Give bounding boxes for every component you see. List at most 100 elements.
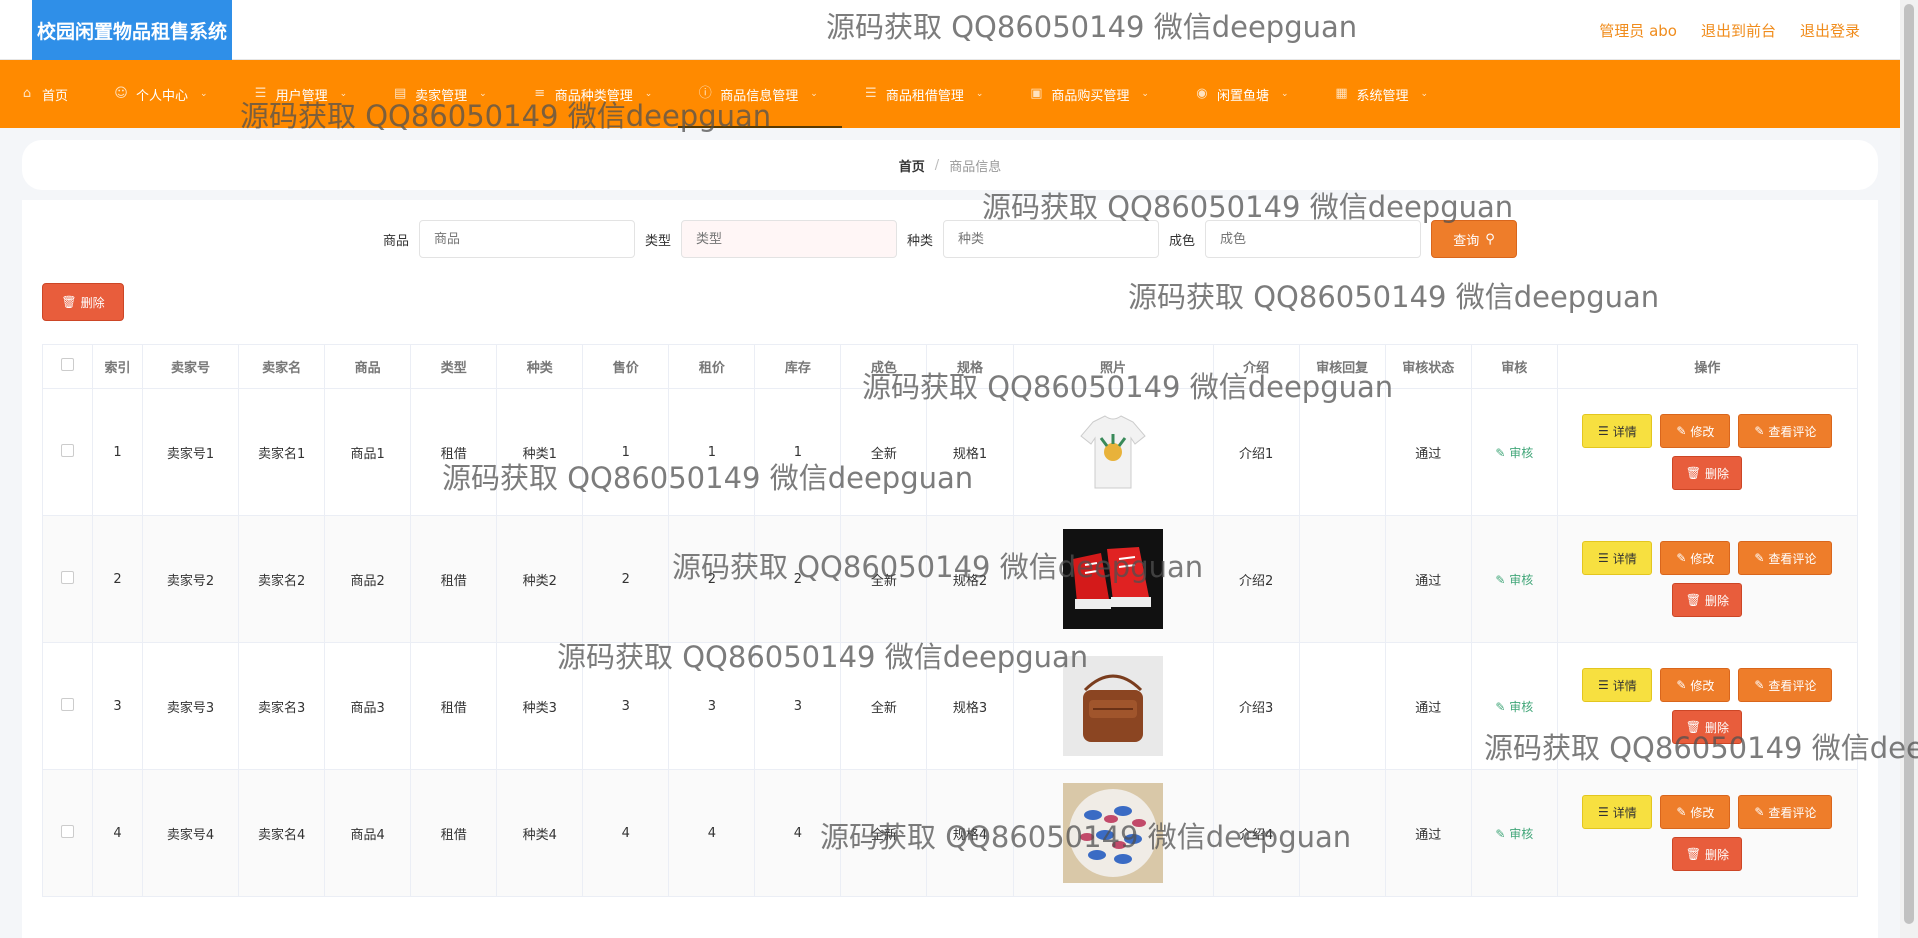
logout-link[interactable]: 退出登录 bbox=[1800, 20, 1860, 41]
cell-price: 2 bbox=[582, 515, 670, 643]
cell-spec: 规格2 bbox=[926, 515, 1014, 643]
cell-rent: 1 bbox=[668, 388, 756, 516]
view-comments-button[interactable]: ✎ 查看评论 bbox=[1738, 795, 1833, 829]
pin-icon: ◉ bbox=[1196, 86, 1208, 101]
detail-button[interactable]: ☰ 详情 bbox=[1582, 668, 1653, 702]
cell-category: 种类3 bbox=[496, 642, 584, 770]
nav-item[interactable]: ≡ 商品种类管理 ⌄ bbox=[533, 60, 677, 128]
goods-photo-image bbox=[1063, 783, 1164, 883]
detail-button[interactable]: ☰ 详情 bbox=[1582, 795, 1653, 829]
edit-button[interactable]: ✎ 修改 bbox=[1660, 668, 1731, 702]
cell-type: 租借 bbox=[410, 769, 498, 897]
row-checkbox-cell[interactable] bbox=[41, 515, 94, 643]
edit-button[interactable]: ✎ 修改 bbox=[1660, 414, 1731, 448]
audit-label: 审核 bbox=[1509, 699, 1534, 714]
goods-input[interactable] bbox=[418, 220, 635, 258]
delete-button-label: 删除 bbox=[1705, 466, 1730, 481]
checkbox[interactable] bbox=[61, 358, 74, 371]
select-all-checkbox[interactable] bbox=[41, 344, 94, 389]
actions-cell: ☰ 详情 ✎ 修改 ✎ 查看评论 🗑 删除 bbox=[1556, 642, 1859, 770]
checkbox[interactable] bbox=[61, 697, 74, 711]
column-header: 介绍 bbox=[1212, 344, 1300, 389]
view-comments-button[interactable]: ✎ 查看评论 bbox=[1738, 414, 1833, 448]
cell-type: 租借 bbox=[410, 642, 498, 770]
nav-item[interactable]: ▦ 系统管理 ⌄ bbox=[1335, 60, 1453, 128]
breadcrumb: 首页 / 商品信息 bbox=[22, 140, 1878, 190]
category-input[interactable] bbox=[943, 220, 1160, 258]
table-row: 4 卖家号4 卖家名4 商品4 租借 种类4 4 4 4 全新 规格4 介绍4 通过 ✎ 审核 ☰ 详情 ✎ 修改… bbox=[41, 769, 1859, 897]
nav-item[interactable]: ▤ 卖家管理 ⌄ bbox=[393, 60, 511, 128]
nav-item[interactable]: ☺ 个人中心 ⌄ bbox=[114, 60, 232, 128]
nav-item[interactable]: ☰ 商品租借管理 ⌄ bbox=[864, 60, 1008, 128]
cell-status: 通过 bbox=[1384, 388, 1472, 516]
chart-icon: ≡ bbox=[534, 86, 546, 101]
goods-label: 商品 bbox=[382, 233, 409, 249]
admin-user-link[interactable]: 管理员 abo bbox=[1599, 20, 1677, 41]
cell-index: 1 bbox=[92, 388, 144, 516]
batch-delete-button[interactable]: 🗑 删除 bbox=[42, 283, 124, 321]
nav-item[interactable]: ⌂ 首页 bbox=[20, 60, 92, 128]
list-icon: ☰ bbox=[1598, 424, 1609, 438]
nav-item[interactable]: ☰ 用户管理 ⌄ bbox=[254, 60, 372, 128]
row-checkbox-cell[interactable] bbox=[41, 388, 94, 516]
chevron-down-icon: ⌄ bbox=[200, 89, 208, 99]
cell-intro: 介绍4 bbox=[1212, 769, 1300, 897]
cell-goods: 商品2 bbox=[324, 515, 412, 643]
nav-item[interactable]: ◉ 闲置鱼塘 ⌄ bbox=[1195, 60, 1313, 128]
condition-label: 成色 bbox=[1169, 233, 1196, 249]
column-header: 操作 bbox=[1556, 344, 1859, 389]
delete-button[interactable]: 🗑 删除 bbox=[1672, 456, 1743, 490]
type-input[interactable] bbox=[681, 220, 897, 258]
audit-link[interactable]: ✎ 审核 bbox=[1495, 573, 1533, 587]
view-comments-button[interactable]: ✎ 查看评论 bbox=[1738, 668, 1833, 702]
exit-to-front-link[interactable]: 退出到前台 bbox=[1701, 20, 1776, 41]
cell-index: 2 bbox=[92, 515, 144, 643]
search-form: 商品 类型 种类 成色 查询 ⚲ bbox=[22, 220, 1878, 258]
audit-link[interactable]: ✎ 审核 bbox=[1495, 446, 1533, 460]
delete-button[interactable]: 🗑 删除 bbox=[1672, 837, 1743, 871]
view-comments-button[interactable]: ✎ 查看评论 bbox=[1738, 541, 1833, 575]
cell-status: 通过 bbox=[1384, 642, 1472, 770]
detail-button-label: 详情 bbox=[1612, 551, 1637, 566]
query-button[interactable]: 查询 ⚲ bbox=[1431, 220, 1518, 258]
row-checkbox-cell[interactable] bbox=[41, 769, 94, 897]
delete-button[interactable]: 🗑 删除 bbox=[1672, 583, 1743, 617]
category-label: 种类 bbox=[907, 233, 934, 249]
cell-rent: 2 bbox=[668, 515, 756, 643]
goods-photo-image bbox=[1063, 656, 1164, 756]
trash-icon: 🗑 bbox=[1685, 466, 1701, 480]
scrollbar-thumb[interactable] bbox=[1904, 4, 1914, 924]
checkbox[interactable] bbox=[61, 570, 74, 584]
checkbox[interactable] bbox=[61, 824, 74, 838]
checkbox[interactable] bbox=[61, 443, 74, 457]
vertical-scrollbar[interactable] bbox=[1900, 0, 1918, 938]
detail-button[interactable]: ☰ 详情 bbox=[1582, 414, 1653, 448]
chevron-down-icon: ⌄ bbox=[1141, 89, 1149, 99]
condition-input[interactable] bbox=[1205, 220, 1422, 258]
cell-price: 3 bbox=[582, 642, 670, 770]
audit-link[interactable]: ✎ 审核 bbox=[1495, 827, 1533, 841]
trash-icon: 🗑 bbox=[1685, 593, 1701, 607]
column-header: 类型 bbox=[410, 344, 498, 389]
nav-item[interactable]: ⓘ 商品信息管理 ⌄ bbox=[678, 60, 842, 128]
nav-item[interactable]: ▣ 商品购买管理 ⌄ bbox=[1029, 60, 1173, 128]
chevron-down-icon: ⌄ bbox=[975, 89, 984, 99]
column-header: 商品 bbox=[324, 344, 412, 389]
goods-photo bbox=[1012, 515, 1214, 643]
column-header: 规格 bbox=[926, 344, 1014, 389]
edit-icon: ✎ bbox=[1676, 678, 1687, 692]
delete-button[interactable]: 🗑 删除 bbox=[1672, 710, 1743, 744]
edit-icon: ✎ bbox=[1754, 551, 1765, 565]
cell-status: 通过 bbox=[1384, 769, 1472, 897]
cell-index: 3 bbox=[92, 642, 144, 770]
breadcrumb-home[interactable]: 首页 bbox=[899, 156, 925, 175]
nav-item-label: 用户管理 bbox=[275, 88, 328, 104]
detail-button[interactable]: ☰ 详情 bbox=[1582, 541, 1653, 575]
audit-link[interactable]: ✎ 审核 bbox=[1495, 700, 1533, 714]
edit-button[interactable]: ✎ 修改 bbox=[1660, 541, 1731, 575]
view-comments-button-label: 查看评论 bbox=[1768, 805, 1817, 820]
goods-photo bbox=[1012, 642, 1214, 770]
trash-icon: 🗑 bbox=[61, 295, 77, 309]
row-checkbox-cell[interactable] bbox=[41, 642, 94, 770]
edit-button[interactable]: ✎ 修改 bbox=[1660, 795, 1731, 829]
